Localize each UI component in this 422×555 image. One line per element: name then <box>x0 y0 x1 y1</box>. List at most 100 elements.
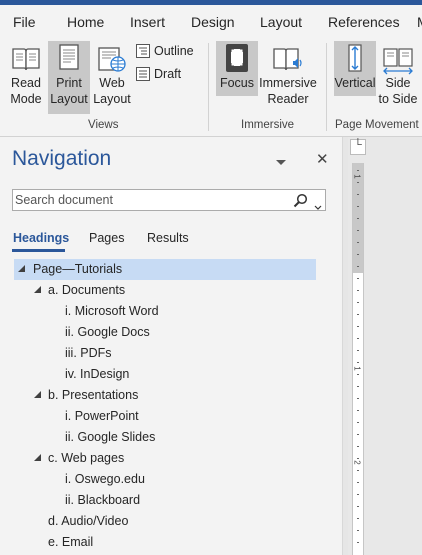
side-to-side-label-2: to Side <box>378 92 418 106</box>
vertical-button[interactable]: Vertical <box>334 41 376 96</box>
tree-item-label: ii. Google Slides <box>65 430 156 444</box>
tree-item-label: i. Microsoft Word <box>65 304 159 318</box>
ruler-number: 2 <box>352 460 362 465</box>
print-layout-icon <box>59 44 79 70</box>
ruler-tick <box>357 506 359 507</box>
tree-item[interactable]: d. Audio/Video <box>14 511 316 532</box>
expand-arrow-icon[interactable] <box>34 391 41 398</box>
vertical-label: Vertical <box>334 76 376 90</box>
ruler-tick <box>357 434 359 435</box>
ruler-tick <box>357 518 359 519</box>
read-mode-button[interactable]: Read Mode <box>6 43 46 113</box>
tab-layout[interactable]: Layout <box>260 14 302 30</box>
tab-headings[interactable]: Headings <box>13 231 69 245</box>
ruler-tick <box>357 362 359 363</box>
side-to-side-button[interactable]: Side to Side <box>378 43 418 113</box>
ruler-number: 1 <box>352 366 362 371</box>
tab-selector-button[interactable]: └ <box>350 139 366 155</box>
group-separator <box>208 43 209 131</box>
ruler-tick <box>357 278 359 279</box>
tree-item[interactable]: b. Presentations <box>14 385 316 406</box>
ruler-tick <box>357 482 359 483</box>
tree-item[interactable]: Page—Tutorials <box>14 259 316 280</box>
expand-arrow-icon[interactable] <box>18 265 25 272</box>
tree-item[interactable]: c. Web pages <box>14 448 316 469</box>
vertical-scroll-icon <box>348 44 362 72</box>
tab-home[interactable]: Home <box>67 14 104 30</box>
tab-mailings[interactable]: M <box>417 14 422 30</box>
tab-references[interactable]: References <box>328 14 400 30</box>
draft-button[interactable]: Draft <box>136 67 181 81</box>
tree-item[interactable]: i. PowerPoint <box>14 406 316 427</box>
ruler-tick <box>357 374 359 375</box>
tree-item[interactable]: i. Microsoft Word <box>14 301 316 322</box>
close-pane-button[interactable]: ✕ <box>316 150 329 168</box>
tree-item-label: iv. InDesign <box>65 367 130 381</box>
tree-item-label: ii. Blackboard <box>65 493 141 507</box>
ruler-tick <box>357 266 359 267</box>
immersive-reader-label-2: Reader <box>267 92 309 106</box>
ribbon-tab-bar: File Home Insert Design Layout Reference… <box>0 5 422 39</box>
search-button[interactable] <box>293 193 308 213</box>
tree-item-label: i. PowerPoint <box>65 409 139 423</box>
task-pane-options-button[interactable] <box>275 154 287 172</box>
tab-insert[interactable]: Insert <box>130 14 165 30</box>
immersive-reader-button[interactable]: Immersive Reader <box>259 43 317 113</box>
tab-stop-icon: └ <box>354 139 362 151</box>
group-separator <box>326 43 327 131</box>
ruler-tick <box>357 218 359 219</box>
search-input[interactable] <box>15 191 285 209</box>
side-to-side-icon <box>383 48 413 75</box>
ruler-tick <box>357 410 359 411</box>
web-layout-label-2: Layout <box>93 92 131 106</box>
tree-item[interactable]: ii. Blackboard <box>14 490 316 511</box>
ruler-tick <box>357 530 359 531</box>
read-mode-label-2: Mode <box>10 92 42 106</box>
search-icon <box>293 193 308 208</box>
tab-file[interactable]: File <box>13 14 36 30</box>
tree-item[interactable]: iii. PDFs <box>14 343 316 364</box>
chevron-down-icon <box>314 205 322 210</box>
ruler-tick <box>357 386 359 387</box>
ruler-tick <box>357 446 359 447</box>
web-layout-button[interactable]: Web Layout <box>92 43 132 113</box>
print-layout-label-1: Print <box>56 76 82 90</box>
read-mode-label-1: Read <box>11 76 41 90</box>
ruler-tick <box>357 242 359 243</box>
views-group-label: Views <box>88 119 119 131</box>
ruler-tick <box>357 350 359 351</box>
tree-item-label: c. Web pages <box>48 451 125 465</box>
immersive-reader-label-1: Immersive <box>259 76 317 90</box>
focus-label: Focus <box>219 76 255 90</box>
document-canvas[interactable] <box>368 137 422 555</box>
search-box <box>12 189 326 211</box>
tree-item-label: e. Email <box>48 535 94 549</box>
tree-item-label: ii. Google Docs <box>65 325 150 339</box>
page-movement-group-label: Page Movement <box>335 119 419 131</box>
tree-item[interactable]: e. Email <box>14 532 316 553</box>
web-layout-icon <box>98 47 126 72</box>
expand-arrow-icon[interactable] <box>34 286 41 293</box>
expand-arrow-icon[interactable] <box>34 454 41 461</box>
focus-button[interactable]: Focus <box>216 41 258 96</box>
outline-button[interactable]: Outline <box>136 44 194 58</box>
ruler-tick <box>357 326 359 327</box>
tree-item[interactable]: ii. Google Docs <box>14 322 316 343</box>
print-layout-button[interactable]: Print Layout <box>48 41 90 114</box>
outline-icon <box>136 44 150 58</box>
immersive-reader-icon <box>273 48 302 71</box>
tree-item[interactable]: i. Oswego.edu <box>14 469 316 490</box>
tab-results[interactable]: Results <box>147 231 189 245</box>
tab-design[interactable]: Design <box>191 14 235 30</box>
ruler-tick <box>357 206 359 207</box>
tree-item-label: a. Documents <box>48 283 126 297</box>
tree-item[interactable]: iv. InDesign <box>14 364 316 385</box>
ruler-tick <box>357 170 359 171</box>
ruler-tick <box>357 182 359 183</box>
tab-pages[interactable]: Pages <box>89 231 124 245</box>
search-options-button[interactable] <box>314 198 322 216</box>
tree-item[interactable]: a. Documents <box>14 280 316 301</box>
tree-item[interactable]: ii. Google Slides <box>14 427 316 448</box>
immersive-group-label: Immersive <box>241 119 295 131</box>
ruler-tick <box>357 470 359 471</box>
